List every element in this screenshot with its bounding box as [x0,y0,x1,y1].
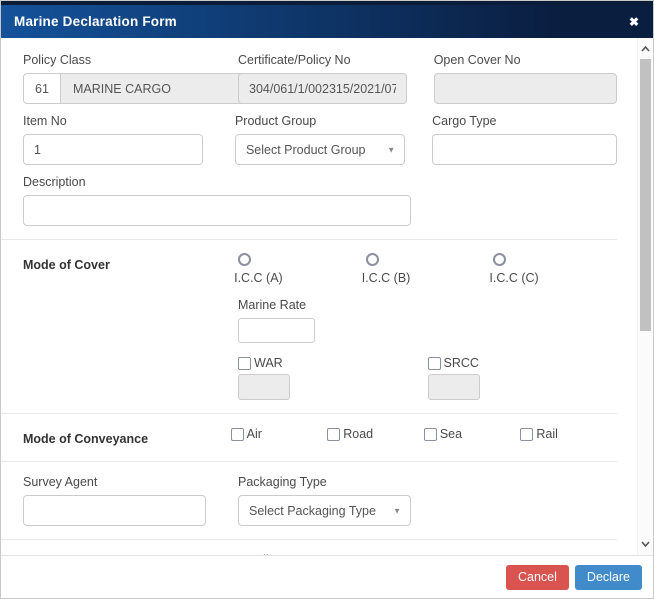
row-war-srcc: WAR SRCC [238,356,617,400]
radio-icon[interactable] [238,253,251,266]
srcc-checkbox-row[interactable]: SRCC [428,356,618,370]
checkbox-air[interactable]: Air [231,427,328,441]
product-group-select[interactable]: Select Product Group ▼ [235,134,405,165]
radio-icc-c[interactable]: I.C.C (C) [489,253,617,287]
packaging-type-select[interactable]: Select Packaging Type ▼ [238,495,411,526]
certificate-policy-no-input [238,73,407,104]
certificate-policy-no-label: Certificate/Policy No [238,53,407,68]
checkbox-air-label: Air [247,427,262,441]
checkbox-icon[interactable] [231,428,244,441]
row-policy: Policy Class Certificate/Policy No Open … [23,53,617,104]
srcc-rate-input [428,374,480,400]
radio-icc-b[interactable]: I.C.C (B) [362,253,490,287]
close-icon[interactable]: ✖ [629,16,639,28]
field-certificate-policy-no: Certificate/Policy No [238,53,407,104]
checkbox-icon[interactable] [520,428,533,441]
marine-declaration-modal: Marine Declaration Form ✖ Policy Class C… [0,0,654,599]
field-product-group: Product Group Select Product Group ▼ [235,114,405,165]
cancel-button[interactable]: Cancel [506,565,569,591]
product-group-label: Product Group [235,114,405,129]
mode-of-cover-label-cell: Mode of Cover [23,253,234,287]
chevron-down-icon: ▼ [387,145,395,154]
marine-rate-label: Marine Rate [238,298,617,313]
description-input[interactable] [23,195,411,226]
modal-header: Marine Declaration Form ✖ [1,1,653,38]
declare-button[interactable]: Declare [575,565,642,591]
radio-icc-a[interactable]: I.C.C (A) [234,253,362,287]
mode-of-conveyance-label: Mode of Conveyance [23,432,148,446]
divider [1,539,617,540]
survey-agent-label: Survey Agent [23,475,206,490]
row-item: Item No Product Group Select Product Gro… [23,114,617,165]
checkbox-icon[interactable] [428,357,441,370]
checkbox-sea-label: Sea [440,427,462,441]
modal-footer: Cancel Declare [1,556,653,599]
divider [1,413,617,414]
field-loading-at: Loading At Select an Option ▼ [238,553,411,556]
field-srcc: SRCC [428,356,618,400]
checkbox-sea[interactable]: Sea [424,427,521,441]
checkbox-road-label: Road [343,427,373,441]
war-label: WAR [254,356,283,370]
war-rate-input [238,374,290,400]
row-survey-packaging: Survey Agent Packaging Type Select Packa… [23,475,617,526]
packaging-type-selected-value: Select Packaging Type [249,504,376,518]
radio-icc-c-label: I.C.C (C) [489,271,538,285]
radio-icon[interactable] [493,253,506,266]
field-packaging-type: Packaging Type Select Packaging Type ▼ [238,475,411,526]
row-mode-of-cover: Mode of Cover I.C.C (A) I.C.C (B) I.C.C … [23,253,617,287]
checkbox-icon[interactable] [327,428,340,441]
row-description: Description [23,175,617,226]
loading-at-label: Loading At [238,553,411,556]
checkbox-rail-label: Rail [536,427,558,441]
open-cover-no-input [434,73,617,104]
policy-class-code-input[interactable] [23,73,61,104]
divider [1,239,617,240]
field-policy-class: Policy Class [23,53,206,104]
mode-of-cover-label: Mode of Cover [23,258,110,272]
field-cargo-type: Cargo Type [432,114,617,165]
field-source: Source --Choose Source ▼ [23,553,206,556]
field-survey-agent: Survey Agent [23,475,206,526]
item-no-input[interactable] [23,134,203,165]
scrollbar-thumb[interactable] [640,59,651,331]
survey-agent-input[interactable] [23,495,206,526]
war-checkbox-row[interactable]: WAR [238,356,428,370]
divider [1,461,617,462]
policy-class-group [23,73,206,104]
source-label: Source [23,553,206,556]
field-open-cover-no: Open Cover No [434,53,617,104]
open-cover-no-label: Open Cover No [434,53,617,68]
row-mode-of-conveyance: Mode of Conveyance Air Road Sea [23,427,617,448]
checkbox-rail[interactable]: Rail [520,427,617,441]
field-marine-rate: Marine Rate [238,298,617,343]
packaging-type-label: Packaging Type [238,475,411,490]
radio-icon[interactable] [366,253,379,266]
radio-icc-a-label: I.C.C (A) [234,271,283,285]
field-description: Description [23,175,411,226]
cargo-type-label: Cargo Type [432,114,617,129]
modal-body: Policy Class Certificate/Policy No Open … [1,38,653,556]
modal-title: Marine Declaration Form [14,14,177,29]
scroll-down-icon[interactable] [638,537,652,551]
vertical-scrollbar[interactable] [637,38,652,555]
checkbox-road[interactable]: Road [327,427,424,441]
checkbox-icon[interactable] [238,357,251,370]
product-group-selected-value: Select Product Group [246,143,366,157]
scroll-up-icon[interactable] [638,42,652,56]
field-item-no: Item No [23,114,203,165]
field-war: WAR [238,356,428,400]
srcc-label: SRCC [444,356,479,370]
description-label: Description [23,175,411,190]
row-source-loading: Source --Choose Source ▼ Loading At Sele… [23,553,617,556]
policy-class-label: Policy Class [23,53,206,68]
item-no-label: Item No [23,114,203,129]
checkbox-icon[interactable] [424,428,437,441]
policy-class-name-input [61,73,247,104]
marine-rate-input[interactable] [238,318,315,343]
mode-of-conveyance-label-cell: Mode of Conveyance [23,427,231,448]
cargo-type-input[interactable] [432,134,617,165]
radio-icc-b-label: I.C.C (B) [362,271,411,285]
chevron-down-icon: ▼ [393,506,401,515]
